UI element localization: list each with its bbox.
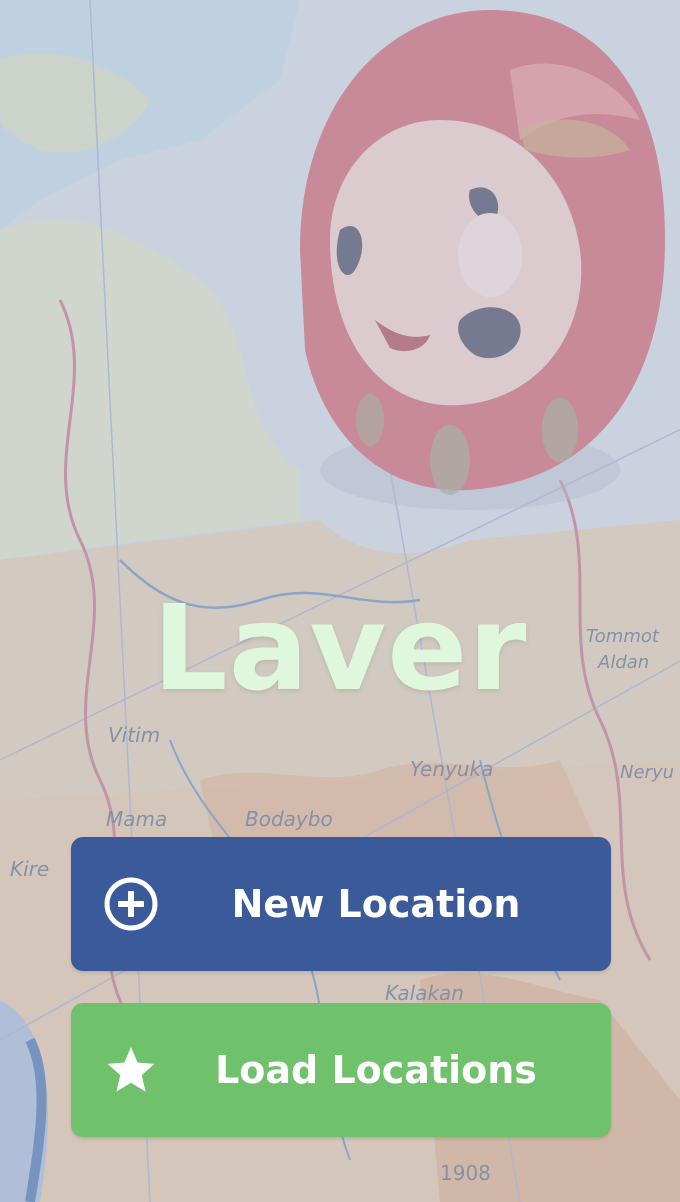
app-title: Laver [152,579,528,717]
new-location-label: New Location [231,882,521,926]
load-locations-label: Load Locations [215,1048,537,1092]
load-locations-button[interactable]: Load Locations [71,1003,611,1137]
new-location-button[interactable]: New Location [71,837,611,971]
launch-screen: Vitim Mama Bodaybo Kire Yenyuka Aldan To… [0,0,680,1202]
